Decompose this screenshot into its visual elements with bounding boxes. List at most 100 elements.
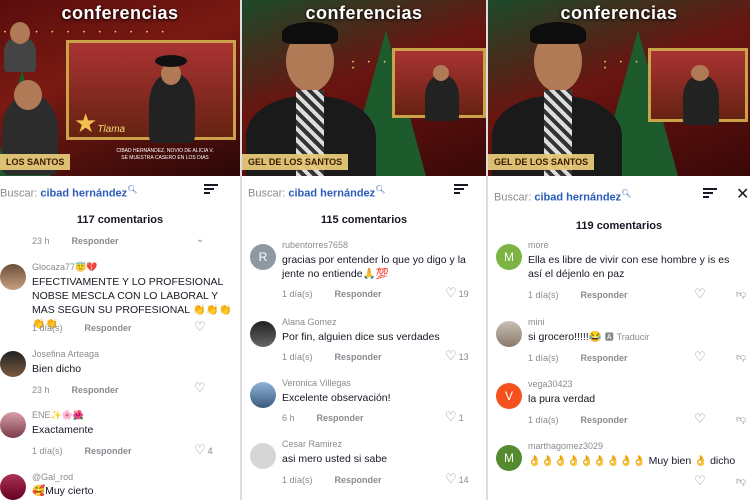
comment-username[interactable]: ENE✨🌸🌺	[32, 410, 84, 421]
comment-username[interactable]: more	[528, 240, 549, 250]
heart-icon[interactable]: ♡	[694, 349, 706, 365]
avatar[interactable]	[0, 474, 26, 500]
reply-button[interactable]: Responder	[335, 352, 382, 362]
comment-username[interactable]: rubentorres7658	[282, 240, 348, 250]
video-title: conferencias	[61, 3, 179, 23]
avatar[interactable]	[0, 264, 26, 290]
video-player[interactable]: • • • • • • • • • • • ★Tlama CIBAD HERNÁ…	[0, 0, 240, 176]
avatar[interactable]	[496, 321, 522, 347]
comment-date: 23 h	[32, 236, 50, 246]
comment-meta: 1 día(s) Responder	[32, 446, 132, 456]
close-icon[interactable]: ✕	[736, 184, 749, 204]
avatar[interactable]	[250, 443, 276, 469]
reply-button[interactable]: Responder	[335, 475, 382, 485]
comment-text: asi mero usted si sabe	[282, 453, 388, 465]
heart-icon[interactable]: ♡ 13	[445, 348, 469, 364]
avatar[interactable]	[0, 351, 26, 377]
comment-text: gracias por entender lo que yo digo y la…	[282, 254, 466, 280]
sort-icon[interactable]	[703, 186, 717, 200]
comment-username[interactable]: Veronica Villegas	[282, 378, 351, 388]
comment-username[interactable]: mini	[528, 317, 545, 327]
video-inset-frame	[392, 48, 486, 121]
singer-figure	[683, 75, 719, 125]
avatar[interactable]	[250, 382, 276, 408]
like-count: 19	[458, 288, 469, 299]
host-face	[14, 80, 42, 110]
avatar[interactable]: M	[496, 244, 522, 270]
chevron-down-icon[interactable]: ⌄	[196, 234, 204, 245]
translate-link[interactable]: Traducir	[617, 332, 650, 342]
reply-button[interactable]: Responder	[85, 323, 132, 333]
comment-count: 117 comentarios	[76, 214, 164, 226]
search-label: Buscar:	[494, 191, 532, 204]
reply-button[interactable]: Responder	[335, 289, 382, 299]
comment-username[interactable]: vega30423	[528, 379, 573, 389]
cowboy-hat	[155, 55, 187, 67]
comment-username[interactable]: Josefina Arteaga	[32, 349, 99, 359]
comment-meta: 1 día(s) Responder	[528, 290, 628, 300]
comment-text: si grocero!!!!!😂	[528, 331, 602, 343]
reply-button[interactable]: Responder	[72, 236, 119, 246]
comment-meta: 1 día(s) Responder	[528, 415, 628, 425]
reply-button[interactable]: Responder	[317, 413, 364, 423]
singer-face	[433, 65, 449, 81]
heart-icon[interactable]: ♡	[194, 319, 206, 335]
search-bar[interactable]: Buscar: cibad hernández🔍︎	[0, 182, 240, 202]
reply-button[interactable]: Responder	[581, 415, 628, 425]
search-term-link[interactable]: cibad hernández	[288, 188, 375, 200]
heart-icon[interactable]: ♡	[694, 411, 706, 427]
heart-icon[interactable]: ♡	[694, 286, 706, 302]
search-bar[interactable]: Buscar: cibad hernández🔍︎	[242, 182, 486, 202]
nameplate: LOS SANTOS	[0, 154, 71, 170]
translate-icon: 🅰︎	[604, 332, 614, 342]
comment-meta: 6 h Responder	[282, 413, 364, 423]
avatar[interactable]: R	[250, 244, 276, 270]
thumbs-down-icon[interactable]: 👎︎	[736, 351, 746, 363]
avatar[interactable]: V	[496, 383, 522, 409]
avatar[interactable]	[0, 412, 26, 438]
heart-icon[interactable]: ♡ 14	[445, 471, 469, 487]
like-count: 1	[458, 412, 464, 423]
comment-meta: 23 h Responder	[32, 385, 119, 395]
nameplate: GEL DE LOS SANTOS	[242, 154, 349, 170]
comment-date: 1 día(s)	[282, 475, 313, 485]
heart-icon[interactable]: ♡ 4	[194, 442, 213, 458]
comment-text: Por fin, alguien dice sus verdades	[282, 331, 440, 343]
comment-text-row: si grocero!!!!!😂 🅰︎ Traducir	[528, 330, 738, 344]
comment-meta: 1 día(s) Responder	[32, 323, 132, 333]
panel-middle: • • • • • • conferencias GEL DE LOS SANT…	[242, 0, 486, 500]
nameplate: GEL DE LOS SANTOS	[488, 154, 595, 170]
thumbs-down-icon[interactable]: 👎︎	[736, 475, 746, 487]
comment-date: 1 día(s)	[282, 289, 313, 299]
thumbs-down-icon[interactable]: 👎︎	[736, 413, 746, 425]
thumbs-down-icon[interactable]: 👎︎	[736, 288, 746, 300]
avatar[interactable]: M	[496, 445, 522, 471]
comment-meta: 1 día(s) Responder	[282, 352, 382, 362]
avatar[interactable]	[250, 321, 276, 347]
comment-username[interactable]: marthagomez3029	[528, 441, 603, 451]
search-label: Buscar:	[0, 187, 38, 200]
heart-icon[interactable]: ♡	[194, 380, 206, 396]
search-bar[interactable]: Buscar: cibad hernández🔍︎ ✕	[488, 186, 750, 206]
heart-icon[interactable]: ♡ 1	[445, 409, 464, 425]
comment-date: 1 día(s)	[528, 353, 559, 363]
comment-username[interactable]: Alana Gomez	[282, 317, 337, 327]
heart-icon[interactable]: ♡ 19	[445, 285, 469, 301]
video-player[interactable]: • • • • • • conferencias GEL DE LOS SANT…	[242, 0, 486, 176]
singer-face	[691, 65, 709, 81]
like-count: 14	[458, 474, 469, 485]
video-player[interactable]: • • • • • • conferencias GEL DE LOS SANT…	[488, 0, 750, 176]
reply-button[interactable]: Responder	[72, 385, 119, 395]
comment-meta: 1 día(s) Responder	[282, 289, 382, 299]
reply-button[interactable]: Responder	[581, 353, 628, 363]
search-term-link[interactable]: cibad hernández	[40, 188, 127, 200]
comment-username[interactable]: @Gal_rod	[32, 472, 73, 482]
sort-icon[interactable]	[204, 182, 218, 196]
sort-icon[interactable]	[454, 182, 468, 196]
heart-icon[interactable]: ♡	[694, 473, 706, 489]
comment-username[interactable]: Cesar Ramirez	[282, 439, 342, 449]
search-term-link[interactable]: cibad hernández	[534, 192, 621, 204]
reply-button[interactable]: Responder	[581, 290, 628, 300]
comment-username[interactable]: Glocaza77😇💔	[32, 262, 97, 273]
reply-button[interactable]: Responder	[85, 446, 132, 456]
